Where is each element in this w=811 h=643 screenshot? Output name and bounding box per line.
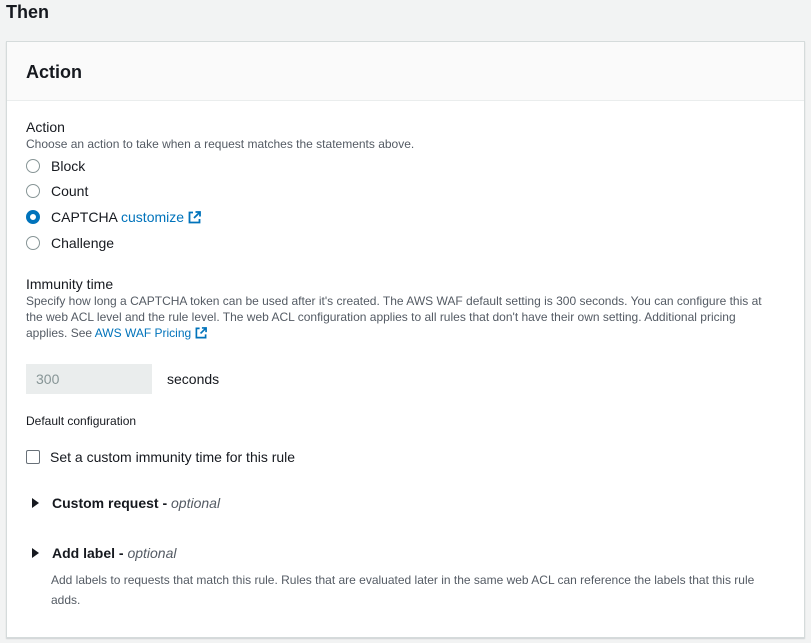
caret-right-icon: [32, 548, 39, 558]
panel-header: Action: [7, 42, 804, 101]
radio-captcha[interactable]: [26, 210, 40, 224]
custom-immunity-checkbox[interactable]: [26, 450, 40, 464]
custom-immunity-label: Set a custom immunity time for this rule: [50, 449, 296, 465]
pricing-link-text: AWS WAF Pricing: [94, 326, 192, 340]
immunity-label: Immunity time: [26, 276, 114, 292]
immunity-description: Specify how long a CAPTCHA token can be …: [26, 293, 776, 341]
custom-request-optional: optional: [171, 495, 221, 511]
add-label-title: Add label -: [52, 545, 124, 561]
external-link-icon: [188, 211, 201, 224]
caret-right-icon: [32, 498, 39, 508]
custom-immunity-row[interactable]: Set a custom immunity time for this rule: [26, 448, 295, 466]
action-panel: Action Action Choose an action to take w…: [6, 41, 805, 638]
default-config-label: Default configuration: [26, 414, 137, 428]
radio-count[interactable]: [26, 184, 40, 198]
customize-link[interactable]: customize: [121, 209, 201, 225]
radio-option-block[interactable]: Block: [26, 156, 85, 176]
radio-label-block: Block: [51, 158, 86, 174]
add-label-description: Add labels to requests that match this r…: [51, 573, 755, 607]
external-link-icon: [195, 327, 208, 339]
section-title: Then: [6, 2, 49, 22]
radio-label-captcha: CAPTCHA customize: [51, 208, 201, 226]
radio-block[interactable]: [26, 159, 40, 173]
action-description: Choose an action to take when a request …: [26, 137, 415, 151]
customize-link-text: customize: [121, 209, 185, 225]
radio-label-challenge: Challenge: [51, 235, 115, 251]
seconds-unit-label: seconds: [167, 371, 220, 387]
add-label-expander[interactable]: Add label - optional: [32, 544, 177, 562]
radio-challenge[interactable]: [26, 236, 40, 250]
radio-option-challenge[interactable]: Challenge: [26, 233, 114, 253]
immunity-time-input: 300: [26, 364, 152, 394]
custom-request-title: Custom request -: [52, 495, 168, 511]
add-label-optional: optional: [127, 545, 177, 561]
radio-label-count: Count: [51, 183, 89, 199]
panel-title: Action: [26, 62, 82, 82]
custom-request-expander[interactable]: Custom request - optional: [32, 494, 220, 512]
radio-option-count[interactable]: Count: [26, 181, 88, 201]
captcha-label-text: CAPTCHA: [51, 209, 118, 225]
pricing-link[interactable]: AWS WAF Pricing: [94, 326, 208, 340]
action-label: Action: [26, 119, 65, 135]
radio-option-captcha[interactable]: CAPTCHA customize: [26, 207, 201, 227]
